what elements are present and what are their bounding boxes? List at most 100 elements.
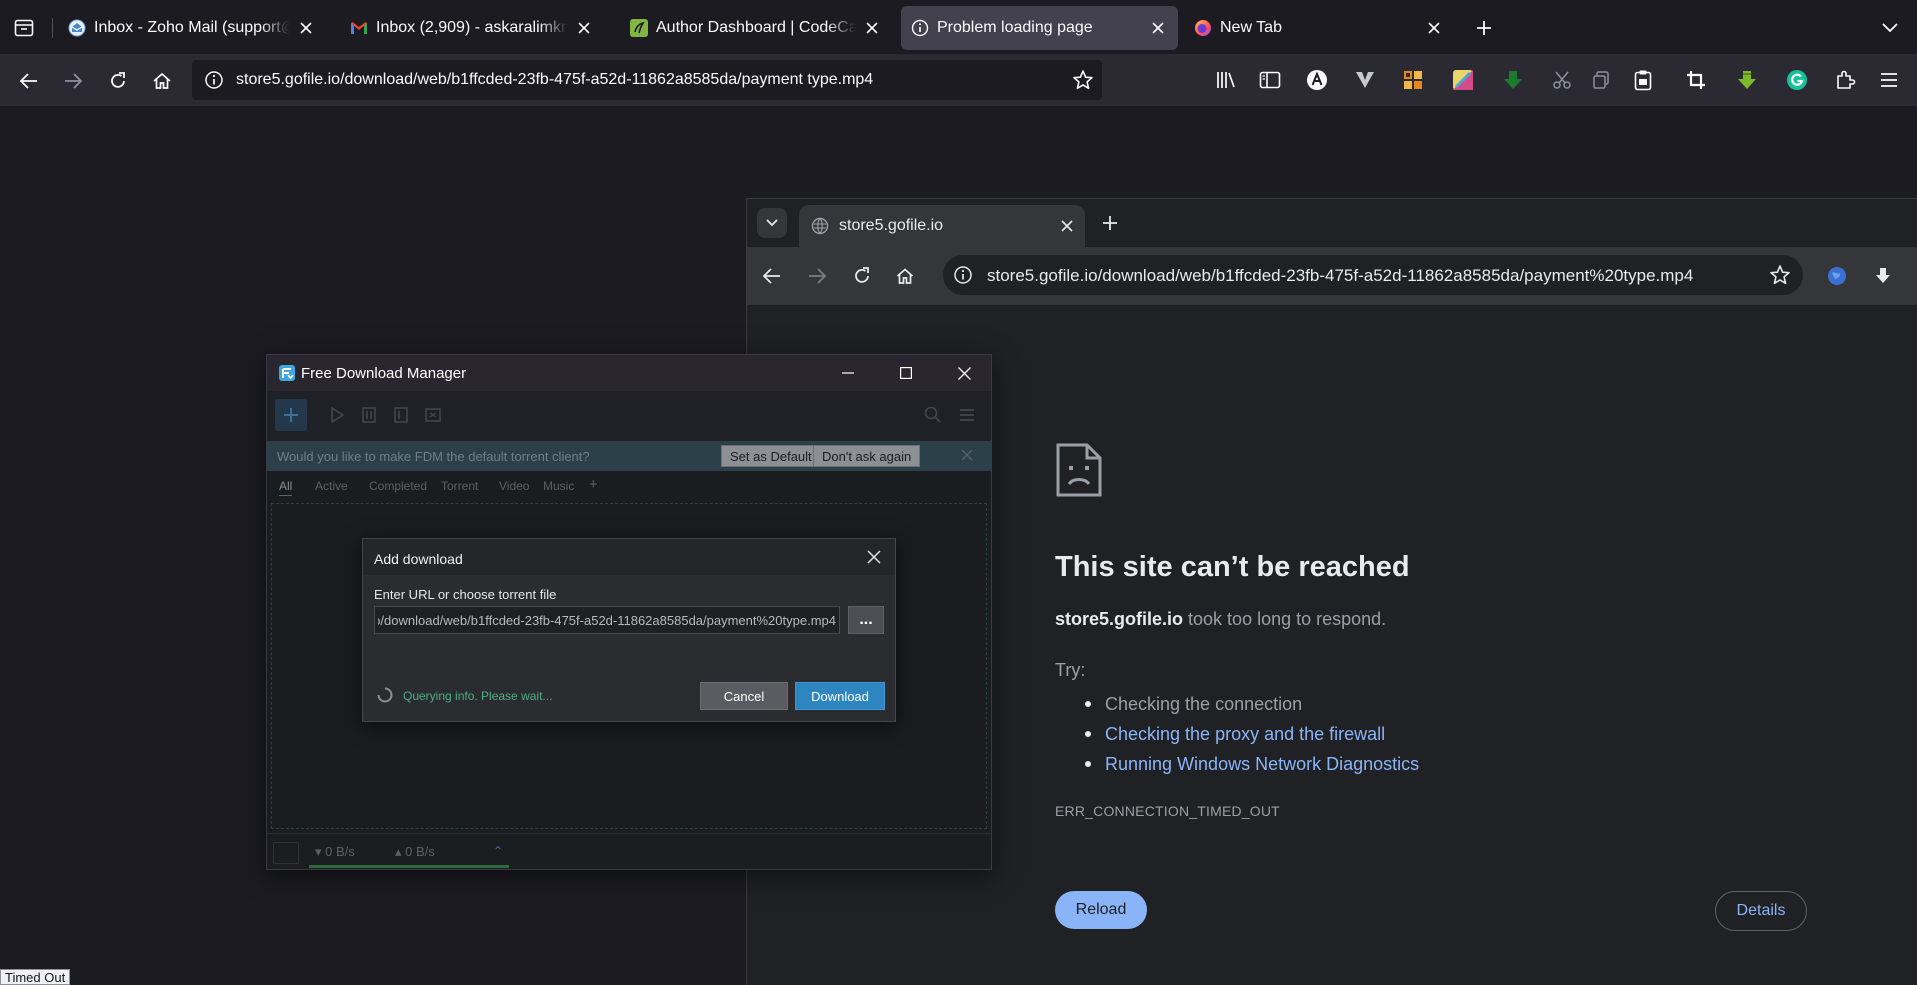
query-status: Querying info. Please wait... xyxy=(403,689,553,703)
tab-gmail[interactable]: Inbox (2,909) - askaralimkndr@gmail.com xyxy=(340,6,604,50)
browse-file-button[interactable]: ... xyxy=(848,606,884,634)
forward-button[interactable] xyxy=(58,66,88,96)
tab-torrent[interactable]: Torrent xyxy=(441,479,478,493)
suggestion-check-connection: Checking the connection xyxy=(1055,689,1419,719)
add-download-button[interactable] xyxy=(275,399,307,431)
list-all-tabs-button[interactable] xyxy=(1876,14,1904,42)
chrome-url-text: store5.gofile.io/download/web/b1ffcded-2… xyxy=(987,266,1694,285)
close-icon[interactable] xyxy=(296,18,316,38)
download-speed: ▾ 0 B/s xyxy=(315,844,355,859)
url-input[interactable] xyxy=(374,606,840,634)
url-text: store5.gofile.io/download/web/b1ffcded-2… xyxy=(236,71,874,88)
bookmark-star-icon[interactable] xyxy=(1769,264,1791,286)
clipboard-icon[interactable] xyxy=(1630,67,1656,93)
tab-title: Inbox - Zoho Mail (support@codecanyon) xyxy=(94,19,290,36)
chrome-download-icon[interactable] xyxy=(1869,262,1897,290)
tab-title: New Tab xyxy=(1220,19,1282,36)
tab-problem-loading[interactable]: Problem loading page xyxy=(901,6,1178,50)
library-icon[interactable] xyxy=(1213,67,1239,93)
close-icon[interactable] xyxy=(1148,18,1168,38)
url-bar[interactable]: store5.gofile.io/download/web/b1ffcded-2… xyxy=(192,60,1102,100)
download-button[interactable]: Download xyxy=(795,682,885,710)
tab-active[interactable]: Active xyxy=(315,479,348,493)
pause-icon[interactable] xyxy=(359,405,379,425)
fdm-title: Free Download Manager xyxy=(301,365,467,382)
close-icon[interactable] xyxy=(1424,18,1444,38)
set-as-default-button[interactable]: Set as Default xyxy=(721,445,821,467)
firefox-view-icon[interactable] xyxy=(8,12,40,44)
snail-mode-icon[interactable] xyxy=(273,842,299,864)
extension-a-icon[interactable] xyxy=(1304,67,1330,93)
copy-icon[interactable] xyxy=(1588,67,1614,93)
extension-color-icon[interactable] xyxy=(1450,67,1476,93)
dont-ask-again-button[interactable]: Don't ask again xyxy=(813,445,921,467)
delete-icon[interactable] xyxy=(423,405,443,425)
speed-indicator[interactable]: ▾ 0 B/s ▴ 0 B/s ⌃ xyxy=(309,834,509,868)
home-button[interactable] xyxy=(147,66,177,96)
search-icon[interactable] xyxy=(923,405,943,425)
new-tab-button[interactable] xyxy=(1470,14,1498,42)
chrome-tab-gofile[interactable]: store5.gofile.io xyxy=(799,205,1085,247)
upload-speed: ▴ 0 B/s xyxy=(395,844,435,859)
tab-zoho-mail[interactable]: Inbox - Zoho Mail (support@codecanyon) xyxy=(58,6,326,50)
chrome-forward-button[interactable] xyxy=(802,261,832,291)
maximize-button[interactable] xyxy=(877,355,935,391)
close-icon[interactable] xyxy=(1061,220,1073,232)
grammarly-icon[interactable] xyxy=(1784,67,1810,93)
download-arrow-green-icon[interactable] xyxy=(1500,67,1526,93)
tab-author-dashboard[interactable]: Author Dashboard | CodeCanyon xyxy=(620,6,892,50)
suggestion-network-diagnostics-link[interactable]: Running Windows Network Diagnostics xyxy=(1055,749,1419,779)
close-banner-icon[interactable] xyxy=(959,447,975,463)
close-icon[interactable] xyxy=(862,18,882,38)
tab-new-tab[interactable]: New Tab xyxy=(1184,6,1454,50)
error-message: took too long to respond. xyxy=(1183,609,1387,629)
reload-button[interactable] xyxy=(103,66,133,96)
suggestion-proxy-firewall-link[interactable]: Checking the proxy and the firewall xyxy=(1055,719,1419,749)
site-info-icon[interactable] xyxy=(953,265,973,285)
crop-icon[interactable] xyxy=(1683,67,1709,93)
tab-video[interactable]: Video xyxy=(499,479,529,493)
back-button[interactable] xyxy=(14,66,44,96)
close-window-button[interactable] xyxy=(935,355,991,391)
chrome-extension-globe-icon[interactable] xyxy=(1823,262,1851,290)
reload-page-button[interactable]: Reload xyxy=(1055,891,1147,929)
close-icon[interactable] xyxy=(574,18,594,38)
extension-v-icon[interactable] xyxy=(1352,67,1378,93)
download-arrow-lime-icon[interactable] xyxy=(1734,67,1760,93)
chrome-back-button[interactable] xyxy=(757,261,787,291)
close-icon[interactable] xyxy=(867,550,881,564)
details-button[interactable]: Details xyxy=(1715,891,1807,931)
menu-icon[interactable] xyxy=(1876,67,1902,93)
fdm-title-bar: Free Download Manager xyxy=(267,355,991,391)
default-client-banner: Would you like to make FDM the default t… xyxy=(267,441,991,471)
menu-icon[interactable] xyxy=(957,405,977,425)
status-tooltip: Timed Out xyxy=(0,969,71,985)
add-tab-button[interactable]: + xyxy=(589,476,598,493)
scissors-icon[interactable] xyxy=(1549,67,1575,93)
tab-all[interactable]: All xyxy=(279,479,293,496)
stop-icon[interactable] xyxy=(391,405,411,425)
tab-search-button[interactable] xyxy=(757,208,787,238)
envato-icon xyxy=(630,19,648,37)
sad-page-icon xyxy=(1055,442,1103,498)
error-host: store5.gofile.io xyxy=(1055,609,1184,629)
extensions-puzzle-icon[interactable] xyxy=(1832,67,1858,93)
resume-icon[interactable] xyxy=(327,405,347,425)
extension-grid-icon[interactable] xyxy=(1400,67,1426,93)
tab-title: Author Dashboard | CodeCanyon xyxy=(656,19,856,36)
bookmark-star-icon[interactable] xyxy=(1072,69,1094,91)
try-label: Try: xyxy=(1055,660,1086,680)
cancel-button[interactable]: Cancel xyxy=(700,682,788,710)
chrome-home-button[interactable] xyxy=(890,261,920,291)
tab-completed[interactable]: Completed xyxy=(369,479,427,493)
chrome-new-tab-button[interactable] xyxy=(1097,210,1123,236)
tab-music[interactable]: Music xyxy=(543,479,574,493)
url-field-label: Enter URL or choose torrent file xyxy=(374,587,557,602)
chrome-omnibox[interactable]: store5.gofile.io/download/web/b1ffcded-2… xyxy=(943,255,1803,295)
info-icon xyxy=(911,19,929,37)
sidebar-icon[interactable] xyxy=(1257,67,1283,93)
chrome-reload-button[interactable] xyxy=(847,261,877,291)
site-info-icon[interactable] xyxy=(204,70,224,90)
minimize-button[interactable] xyxy=(819,355,877,391)
zoho-mail-icon xyxy=(68,19,86,37)
